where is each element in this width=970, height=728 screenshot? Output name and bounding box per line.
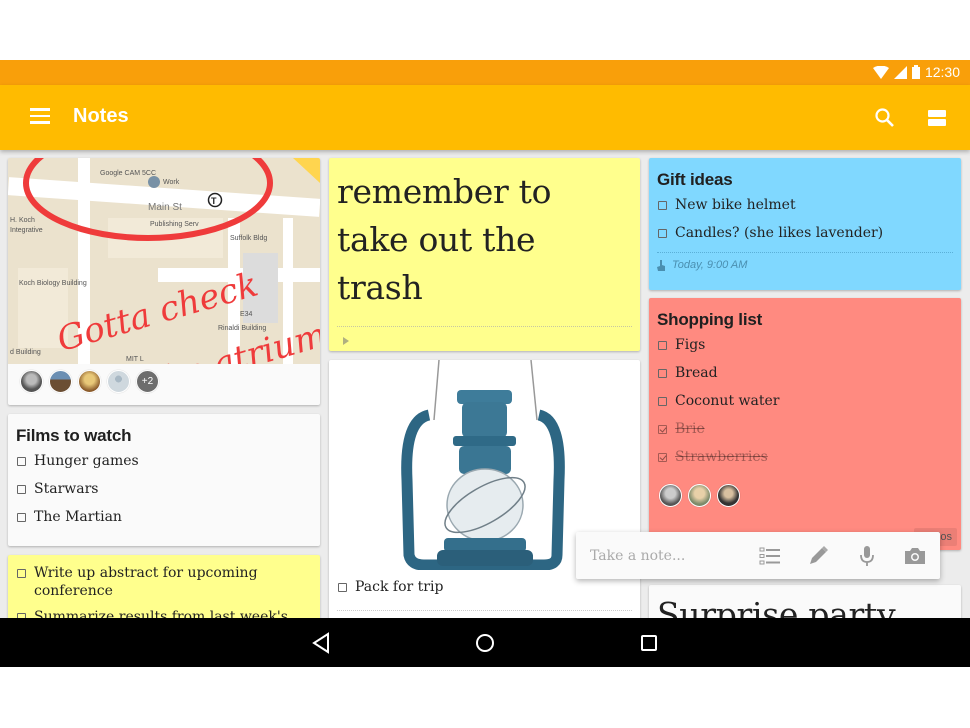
map-label: Publishing Serv xyxy=(150,221,199,228)
note-title: Shopping list xyxy=(657,310,763,329)
reminder-chip[interactable]: Today, 9:00 AM xyxy=(649,253,961,277)
checklist-item-checked: Brie xyxy=(657,420,953,438)
map-label: Main St xyxy=(148,202,182,213)
map-label: MIT L xyxy=(126,356,144,363)
checklist: Pack for trip xyxy=(329,572,451,606)
map-label: Google CAM 5CC xyxy=(100,170,156,177)
checklist-item: New bike helmet xyxy=(657,196,953,214)
system-navigation-bar xyxy=(0,618,970,667)
checkbox[interactable] xyxy=(338,583,347,592)
note-map-drawing[interactable]: Google CAM 5CC Work Main St Publishing S… xyxy=(8,158,320,405)
checklist: New bike helmet Candles? (she likes lave… xyxy=(649,190,961,242)
reminder-hand-icon xyxy=(657,259,665,271)
list-view-icon[interactable] xyxy=(928,110,946,126)
pen-icon[interactable] xyxy=(806,544,830,568)
checklist: Figs Bread Coconut water Brie Strawberri… xyxy=(649,330,961,466)
avatar[interactable] xyxy=(20,370,43,393)
more-collaborators-badge[interactable]: +2 xyxy=(136,370,159,393)
back-icon[interactable] xyxy=(308,630,334,656)
map-label: Integrative xyxy=(10,227,43,234)
note-remember-trash[interactable]: remember to take out the trash xyxy=(329,158,640,351)
map-label: H. Koch xyxy=(10,217,35,224)
checklist: Hunger games Starwars The Martian xyxy=(8,446,320,526)
note-films-to-watch[interactable]: Films to watch Hunger games Starwars The… xyxy=(8,414,320,546)
avatar[interactable] xyxy=(78,370,101,393)
checklist-item: Coconut water xyxy=(657,392,953,410)
note-lantern[interactable]: Pack for trip xyxy=(329,360,640,630)
checkbox[interactable] xyxy=(17,457,26,466)
checklist-item: Write up abstract for upcoming conferenc… xyxy=(16,564,312,600)
map-label: E34 xyxy=(240,311,253,318)
map-label: d Building xyxy=(10,349,41,356)
checkbox-checked[interactable] xyxy=(658,425,667,434)
checkbox[interactable] xyxy=(658,397,667,406)
checklist-item: Candles? (she likes lavender) xyxy=(657,224,953,242)
camera-icon[interactable] xyxy=(903,544,927,568)
avatar[interactable] xyxy=(717,484,740,507)
avatar[interactable] xyxy=(688,484,711,507)
note-body: remember to take out the trash xyxy=(337,172,552,307)
note-shopping-list[interactable]: Shopping list Figs Bread Coconut water B… xyxy=(649,298,961,550)
checkbox[interactable] xyxy=(17,569,26,578)
map-label: Rinaldi Building xyxy=(218,325,266,332)
collaborator-avatars xyxy=(659,484,740,507)
list-icon[interactable] xyxy=(758,544,782,568)
clock: 12:30 xyxy=(924,64,960,80)
map-label: Work xyxy=(163,179,180,186)
note-gift-ideas[interactable]: Gift ideas New bike helmet Candles? (she… xyxy=(649,158,961,290)
checklist-item-checked: Strawberries xyxy=(657,448,953,466)
checklist: Write up abstract for upcoming conferenc… xyxy=(8,555,320,626)
hamburger-menu-icon[interactable] xyxy=(30,108,50,124)
status-bar: 12:30 xyxy=(0,60,970,85)
checklist-item: The Martian xyxy=(16,508,312,526)
checklist-item: Starwars xyxy=(16,480,312,498)
app-bar: Notes xyxy=(0,85,970,150)
checkbox[interactable] xyxy=(658,369,667,378)
battery-icon xyxy=(911,65,920,79)
checkbox[interactable] xyxy=(658,229,667,238)
collaborator-avatars: +2 xyxy=(20,370,159,393)
note-title: Films to watch xyxy=(16,426,132,445)
avatar[interactable] xyxy=(49,370,72,393)
home-icon[interactable] xyxy=(472,630,498,656)
wifi-icon xyxy=(872,65,889,79)
take-note-input[interactable] xyxy=(590,542,750,570)
mic-icon[interactable] xyxy=(855,544,879,568)
map-label: Koch Biology Building xyxy=(19,280,87,287)
divider xyxy=(337,326,632,327)
avatar-placeholder[interactable] xyxy=(107,370,130,393)
avatar[interactable] xyxy=(659,484,682,507)
take-a-note-bar xyxy=(576,532,940,579)
signal-icon xyxy=(893,65,907,79)
checkbox[interactable] xyxy=(17,513,26,522)
checklist-item: Hunger games xyxy=(16,452,312,470)
checkbox[interactable] xyxy=(17,485,26,494)
divider xyxy=(337,610,632,611)
checkbox[interactable] xyxy=(658,341,667,350)
map-drawing-image: Google CAM 5CC Work Main St Publishing S… xyxy=(8,158,320,364)
expand-arrow-icon[interactable] xyxy=(341,336,351,346)
checkbox[interactable] xyxy=(658,201,667,210)
svg-text:T: T xyxy=(211,196,217,206)
work-pin-icon xyxy=(148,176,160,188)
map-label: Suffolk Bldg xyxy=(230,235,267,242)
checklist-item: Bread xyxy=(657,364,953,382)
note-title: Gift ideas xyxy=(657,170,733,189)
recents-icon[interactable] xyxy=(636,630,662,656)
android-device-screen: 12:30 Notes Google CAM 5CC Work Main St … xyxy=(0,60,970,667)
checklist-item: Pack for trip xyxy=(337,578,443,596)
checklist-item: Figs xyxy=(657,336,953,354)
app-title: Notes xyxy=(73,105,129,127)
search-icon[interactable] xyxy=(874,107,896,129)
checkbox-checked[interactable] xyxy=(658,453,667,462)
